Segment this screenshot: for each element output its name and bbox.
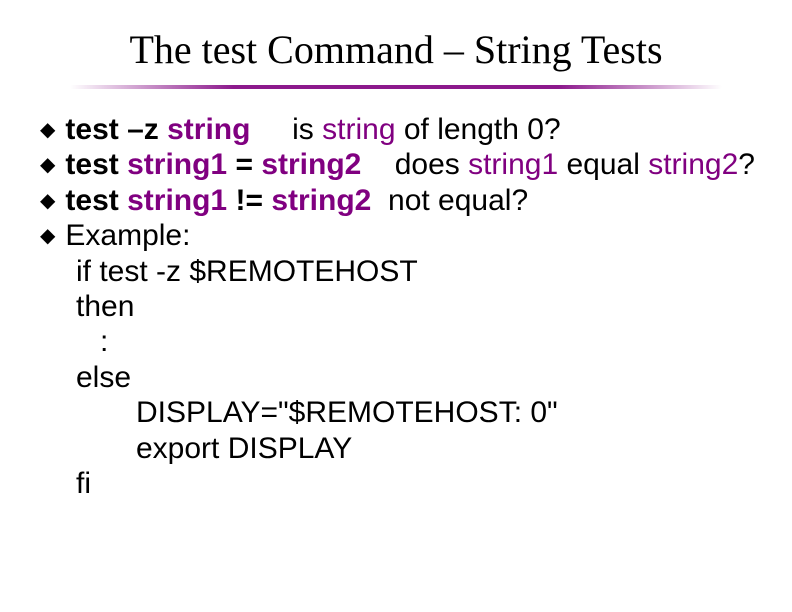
gap — [361, 147, 394, 182]
bullet-line-2: ◆ test string1 = string2 does string1 eq… — [40, 147, 772, 182]
diamond-bullet-icon: ◆ — [40, 154, 55, 178]
diamond-bullet-icon: ◆ — [40, 119, 55, 143]
cmd-arg2: string2 — [271, 183, 371, 218]
cmd-test: test — [65, 147, 118, 182]
slide-title: The test Command – String Tests — [0, 26, 792, 73]
cmd-op: != — [227, 183, 271, 218]
cmd-test: test — [65, 183, 118, 218]
example-label: Example: — [65, 218, 190, 253]
bullet-line-1: ◆ test –z string is string of length 0? — [40, 112, 772, 147]
content: ◆ test –z string is string of length 0? … — [40, 112, 772, 501]
cmd-rest — [119, 147, 127, 182]
code-line: else — [76, 360, 772, 395]
cmd-arg1: string1 — [127, 147, 227, 182]
code-line: if test -z $REMOTEHOST — [76, 254, 772, 289]
cmd-rest — [119, 183, 127, 218]
code-line: DISPLAY="$REMOTEHOST: 0" — [76, 395, 772, 430]
cmd-rest: –z — [119, 112, 167, 147]
code-line: then — [76, 289, 772, 324]
desc-arg1: string1 — [468, 147, 558, 182]
slide: The test Command – String Tests ◆ test –… — [0, 0, 792, 612]
cmd-arg1: string1 — [127, 183, 227, 218]
code-line: export DISPLAY — [76, 431, 772, 466]
code-line: : — [76, 324, 772, 359]
desc-mid: equal — [558, 147, 648, 182]
code-line: fi — [76, 466, 772, 501]
desc-arg: string — [322, 112, 395, 147]
desc-arg2: string2 — [648, 147, 738, 182]
gap — [371, 183, 388, 218]
desc-pre: does — [395, 147, 468, 182]
desc-post: of length 0? — [396, 112, 561, 147]
desc-pre: is — [292, 112, 322, 147]
desc-post: ? — [738, 147, 755, 182]
diamond-bullet-icon: ◆ — [40, 225, 55, 249]
bullet-line-example: ◆ Example: — [40, 218, 772, 253]
desc: not equal? — [388, 183, 528, 218]
bullet-line-3: ◆ test string1 != string2 not equal? — [40, 183, 772, 218]
title-divider — [70, 85, 722, 89]
gap — [250, 112, 292, 147]
cmd-test: test — [65, 112, 118, 147]
cmd-arg2: string2 — [261, 147, 361, 182]
cmd-arg: string — [167, 112, 250, 147]
cmd-op: = — [227, 147, 261, 182]
diamond-bullet-icon: ◆ — [40, 190, 55, 214]
code-block: if test -z $REMOTEHOST then : else DISPL… — [76, 254, 772, 502]
